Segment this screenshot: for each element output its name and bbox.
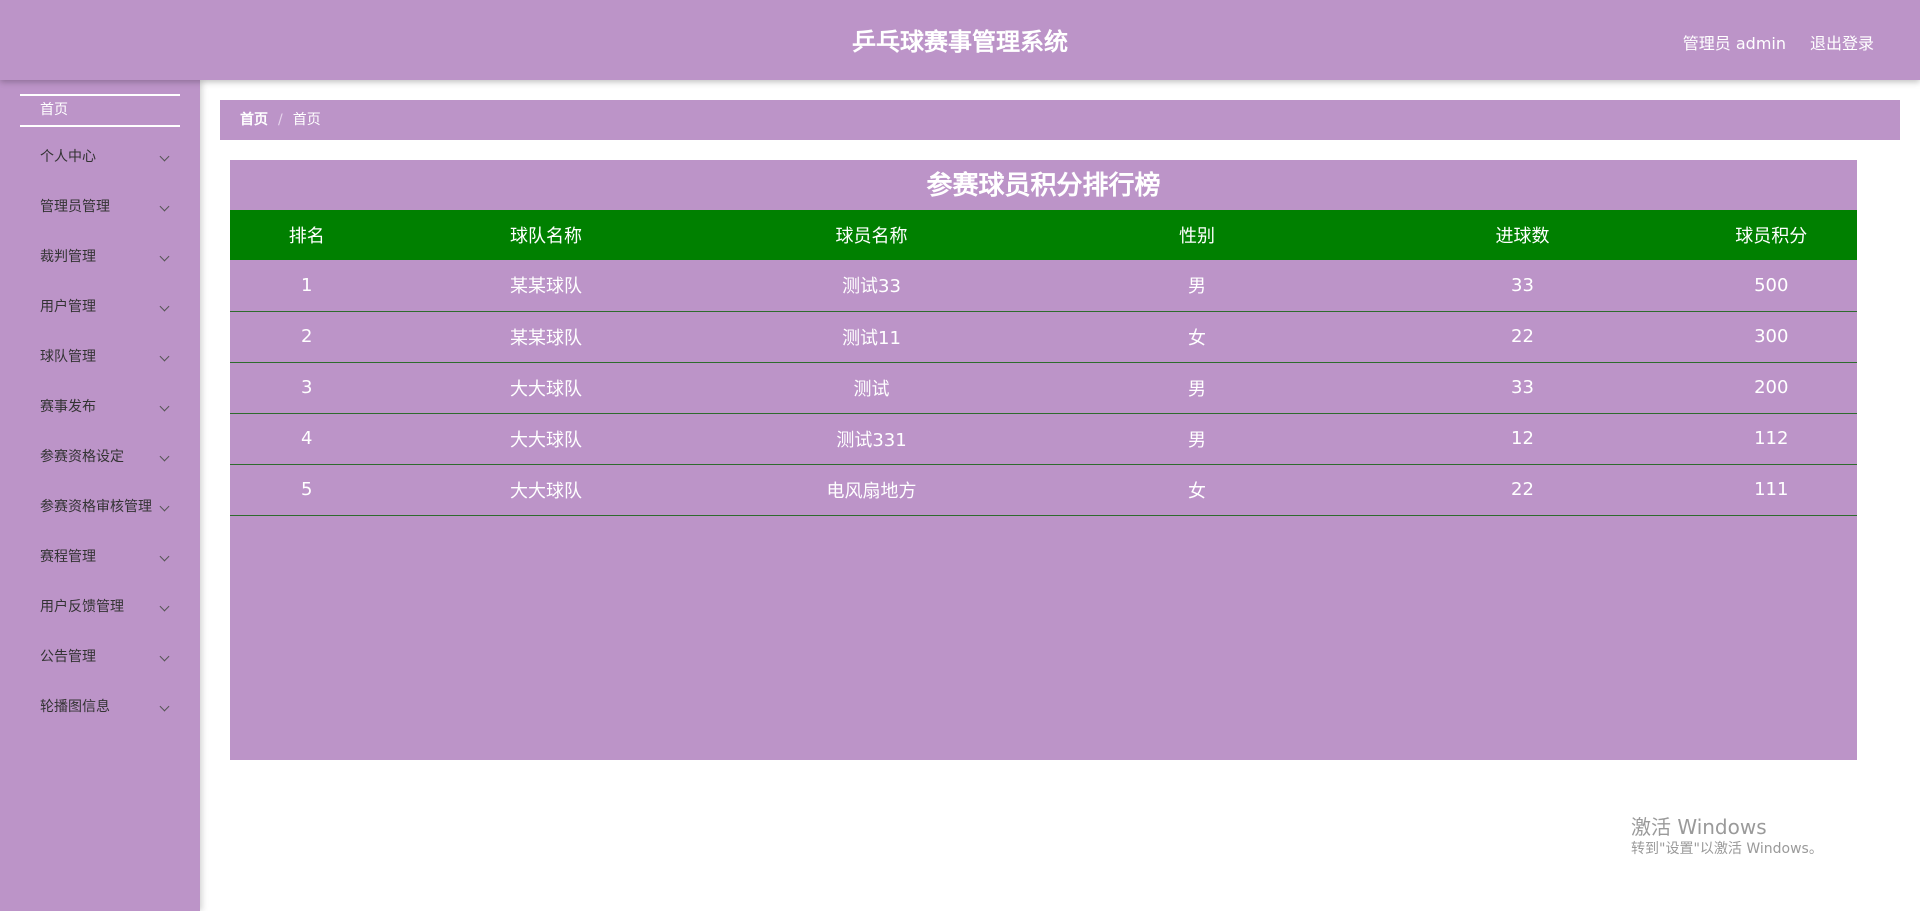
watermark-subtitle: 转到"设置"以激活 Windows。 xyxy=(1631,841,1823,857)
cell-team: 某某球队 xyxy=(510,327,583,349)
sidebar-item-user-management[interactable]: 用户管理 xyxy=(0,282,200,332)
table-row: 5 大大球队 电风扇地方 女 22 111 xyxy=(230,464,1857,515)
cell-score: 500 xyxy=(1754,274,1789,296)
chevron-down-icon xyxy=(159,251,170,262)
cell-team: 大大球队 xyxy=(510,378,583,400)
sidebar-item-label: 用户管理 xyxy=(40,299,96,315)
cell-gender: 男 xyxy=(1188,429,1207,451)
breadcrumb-current: 首页 xyxy=(292,112,321,128)
sidebar-menu: 个人中心 管理员管理 裁判管理 用户管理 球队管理 赛事发布 参赛资格设定 参赛… xyxy=(0,132,200,732)
breadcrumb-separator: / xyxy=(278,112,283,128)
cell-player: 测试 xyxy=(853,378,890,400)
column-header-team: 球队名称 xyxy=(510,226,583,247)
breadcrumb-home-link[interactable]: 首页 xyxy=(240,112,268,128)
breadcrumb: 首页 / 首页 xyxy=(220,100,1900,140)
sidebar-item-admin-management[interactable]: 管理员管理 xyxy=(0,182,200,232)
cell-team: 大大球队 xyxy=(510,480,583,502)
cell-goals: 33 xyxy=(1511,377,1534,398)
cell-player: 测试33 xyxy=(842,276,901,298)
sidebar-item-qualification-review[interactable]: 参赛资格审核管理 xyxy=(0,482,200,532)
sidebar-item-feedback-management[interactable]: 用户反馈管理 xyxy=(0,582,200,632)
leaderboard-title: 参赛球员积分排行榜 xyxy=(926,171,1161,201)
chevron-down-icon xyxy=(159,151,170,162)
cell-score: 300 xyxy=(1754,326,1789,347)
sidebar-item-schedule-management[interactable]: 赛程管理 xyxy=(0,532,200,582)
column-header-score: 球员积分 xyxy=(1735,226,1808,247)
cell-score: 200 xyxy=(1754,377,1789,398)
sidebar-item-carousel-info[interactable]: 轮播图信息 xyxy=(0,682,200,732)
chevron-down-icon xyxy=(159,701,170,712)
cell-goals: 33 xyxy=(1511,274,1534,296)
sidebar-item-home[interactable]: 首页 xyxy=(20,94,180,127)
cell-goals: 22 xyxy=(1511,326,1534,347)
leaderboard-panel: 参赛球员积分排行榜 排名 球队名称 球员名称 性别 进球数 球员积分 1 某某球… xyxy=(230,160,1857,760)
column-header-rank: 排名 xyxy=(288,226,325,247)
column-header-player: 球员名称 xyxy=(835,226,908,247)
sidebar-item-label: 裁判管理 xyxy=(40,249,96,265)
chevron-down-icon xyxy=(159,301,170,312)
sidebar-item-label: 参赛资格设定 xyxy=(40,449,124,465)
cell-team: 某某球队 xyxy=(510,276,583,298)
sidebar-item-label: 个人中心 xyxy=(40,149,96,165)
sidebar-item-qualification-setting[interactable]: 参赛资格设定 xyxy=(0,432,200,482)
cell-gender: 男 xyxy=(1188,378,1207,400)
chevron-down-icon xyxy=(159,651,170,662)
sidebar-item-personal-center[interactable]: 个人中心 xyxy=(0,132,200,182)
cell-rank: 4 xyxy=(301,428,313,449)
cell-rank: 5 xyxy=(301,479,313,500)
table-row: 1 某某球队 测试33 男 33 500 xyxy=(230,260,1857,311)
cell-rank: 1 xyxy=(301,274,313,296)
chevron-down-icon xyxy=(159,201,170,212)
sidebar-item-label: 用户反馈管理 xyxy=(40,599,124,615)
sidebar-item-referee-management[interactable]: 裁判管理 xyxy=(0,232,200,282)
column-header-goals: 进球数 xyxy=(1495,226,1550,247)
cell-rank: 2 xyxy=(301,326,313,347)
sidebar-item-label: 球队管理 xyxy=(40,349,96,365)
cell-gender: 女 xyxy=(1188,327,1207,349)
app-title: 乒乓球赛事管理系统 xyxy=(852,28,1068,56)
table-header-row: 排名 球队名称 球员名称 性别 进球数 球员积分 xyxy=(230,210,1857,260)
table-row: 3 大大球队 测试 男 33 200 xyxy=(230,362,1857,413)
chevron-down-icon xyxy=(159,601,170,612)
sidebar-item-notice-management[interactable]: 公告管理 xyxy=(0,632,200,682)
sidebar-item-label: 赛事发布 xyxy=(40,399,96,415)
logout-button[interactable]: 退出登录 xyxy=(1810,30,1874,54)
sidebar-item-label: 赛程管理 xyxy=(40,549,96,565)
cell-gender: 男 xyxy=(1188,276,1207,298)
cell-goals: 22 xyxy=(1511,479,1534,500)
chevron-down-icon xyxy=(159,551,170,562)
cell-player: 测试331 xyxy=(836,429,907,451)
table-row: 4 大大球队 测试331 男 12 112 xyxy=(230,413,1857,464)
top-bar: 乒乓球赛事管理系统 管理员 admin 退出登录 xyxy=(0,0,1920,80)
cell-score: 111 xyxy=(1754,479,1789,500)
sidebar-item-event-publish[interactable]: 赛事发布 xyxy=(0,382,200,432)
sidebar-item-label: 轮播图信息 xyxy=(40,699,110,715)
current-user-label: 管理员 admin xyxy=(1682,34,1786,53)
column-header-gender: 性别 xyxy=(1179,226,1216,247)
table-row: 2 某某球队 测试11 女 22 300 xyxy=(230,311,1857,362)
chevron-down-icon xyxy=(159,401,170,412)
leaderboard-table: 排名 球队名称 球员名称 性别 进球数 球员积分 1 某某球队 测试33 男 3… xyxy=(230,210,1857,516)
sidebar-item-label: 公告管理 xyxy=(40,649,96,665)
sidebar-item-label: 参赛资格审核管理 xyxy=(40,499,152,515)
cell-score: 112 xyxy=(1754,428,1789,449)
sidebar: 首页 个人中心 管理员管理 裁判管理 用户管理 球队管理 赛事发布 参赛资格设定… xyxy=(0,80,200,911)
chevron-down-icon xyxy=(159,501,170,512)
watermark-title: 激活 Windows xyxy=(1631,815,1767,839)
cell-player: 电风扇地方 xyxy=(826,480,917,502)
chevron-down-icon xyxy=(159,351,170,362)
cell-rank: 3 xyxy=(301,377,313,398)
sidebar-item-label: 管理员管理 xyxy=(40,199,110,215)
cell-goals: 12 xyxy=(1511,428,1534,449)
cell-player: 测试11 xyxy=(842,327,901,349)
cell-team: 大大球队 xyxy=(510,429,583,451)
cell-gender: 女 xyxy=(1188,480,1207,502)
windows-activation-watermark: 激活 Windows 转到"设置"以激活 Windows。 xyxy=(1631,815,1823,859)
sidebar-item-team-management[interactable]: 球队管理 xyxy=(0,332,200,382)
chevron-down-icon xyxy=(159,451,170,462)
